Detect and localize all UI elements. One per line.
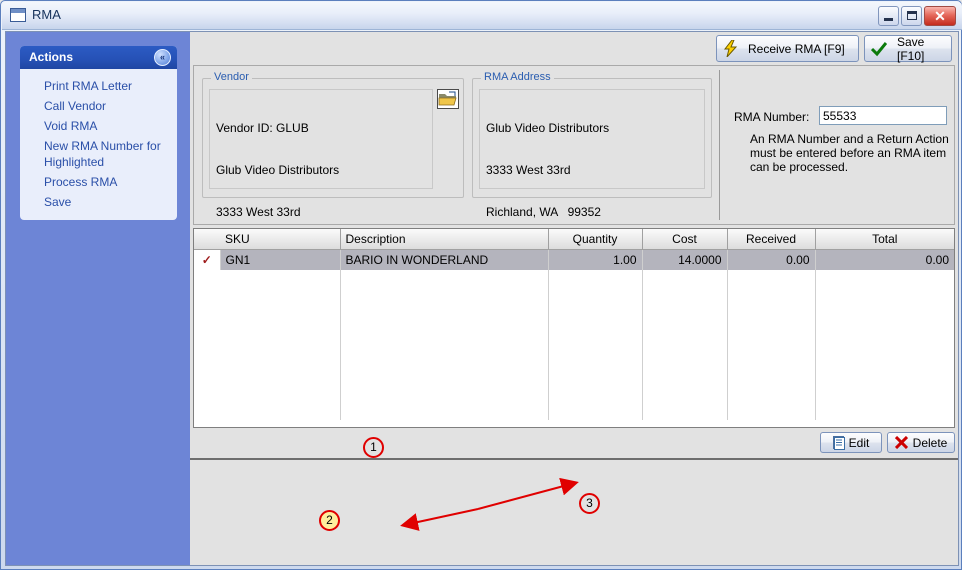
delete-label: Delete xyxy=(912,435,948,450)
receive-rma-button[interactable]: Receive RMA [F9] xyxy=(716,35,859,62)
cell-cost: 14.0000 xyxy=(642,249,728,270)
rma-number-input[interactable] xyxy=(819,106,947,125)
sidebar-item-void-rma[interactable]: Void RMA xyxy=(20,116,177,136)
cell-received: 0.00 xyxy=(727,249,816,270)
table-header-row: SKU Description Quantity Cost Received T… xyxy=(194,229,954,250)
title-bar: RMA ✕ xyxy=(2,2,962,30)
rma-address-line3: Richland, WA 99352 xyxy=(486,205,601,219)
close-icon: ✕ xyxy=(934,8,946,24)
rma-address-line2: 3333 West 33rd xyxy=(486,163,571,177)
command-bar: Receive RMA [F9] Save [F10] xyxy=(190,32,958,65)
column-header-check xyxy=(194,229,220,250)
vendor-group-title: Vendor xyxy=(211,71,252,83)
vendor-name-line: Glub Video Distributors xyxy=(216,163,340,177)
vendor-street-line: 3333 West 33rd xyxy=(216,205,301,219)
annotation-marker-3: 3 xyxy=(579,493,600,514)
close-button[interactable]: ✕ xyxy=(924,6,956,26)
maximize-icon xyxy=(907,11,917,20)
main-content: Receive RMA [F9] Save [F10] Vendor Vendo… xyxy=(190,32,958,565)
grid-buttons: Edit Delete xyxy=(193,430,955,456)
save-button[interactable]: Save [F10] xyxy=(864,34,952,63)
maximize-button[interactable] xyxy=(901,6,922,26)
red-x-icon xyxy=(894,435,908,450)
lightning-bolt-icon xyxy=(723,39,738,58)
cell-description: BARIO IN WONDERLAND xyxy=(340,249,549,270)
sidebar-item-print-rma-letter[interactable]: Print RMA Letter xyxy=(20,76,177,96)
checkmark-icon xyxy=(870,41,888,57)
actions-panel-header: Actions « xyxy=(20,46,177,69)
rma-items-table: SKU Description Quantity Cost Received T… xyxy=(194,229,954,420)
sidebar-item-save[interactable]: Save xyxy=(20,192,177,212)
rma-number-note: An RMA Number and a Return Action must b… xyxy=(750,132,949,174)
row-selected-checkmark-icon: ✓ xyxy=(194,249,221,270)
window-frame: RMA ✕ Actions « Print RMA Letter Call Ve… xyxy=(0,0,962,570)
vendor-id-line: Vendor ID: GLUB xyxy=(216,121,309,135)
column-header-quantity[interactable]: Quantity xyxy=(548,229,643,250)
annotation-marker-2: 2 xyxy=(319,510,340,531)
header-panel: Vendor Vendor ID: GLUB Glub Video Distri… xyxy=(193,65,955,331)
window-icon xyxy=(10,8,26,22)
folder-open-icon[interactable] xyxy=(437,89,459,109)
edit-label: Edit xyxy=(848,435,870,450)
document-icon xyxy=(832,436,845,450)
delete-button[interactable]: Delete xyxy=(887,432,955,453)
column-header-description[interactable]: Description xyxy=(340,229,549,250)
cell-total: 0.00 xyxy=(815,249,954,270)
sidebar-item-process-rma[interactable]: Process RMA xyxy=(20,172,177,192)
vendor-address-box: Vendor ID: GLUB Glub Video Distributors … xyxy=(209,89,433,331)
table-empty-area[interactable] xyxy=(194,270,954,420)
application-window: RMA ✕ Actions « Print RMA Letter Call Ve… xyxy=(0,0,962,570)
sidebar-item-new-rma-number[interactable]: New RMA Number for Highlighted xyxy=(20,136,177,172)
actions-panel: Actions « Print RMA Letter Call Vendor V… xyxy=(20,46,177,220)
edit-button[interactable]: Edit xyxy=(820,432,882,453)
rma-address-groupbox: RMA Address Glub Video Distributors 3333… xyxy=(472,71,712,219)
actions-panel-title: Actions xyxy=(29,50,74,64)
rma-address-box: Glub Video Distributors 3333 West 33rd R… xyxy=(479,89,705,219)
client-area: Actions « Print RMA Letter Call Vendor V… xyxy=(5,31,959,566)
cell-quantity: 1.00 xyxy=(548,249,643,270)
annotation-marker-1: 1 xyxy=(363,437,384,458)
rma-address-group-title: RMA Address xyxy=(481,71,554,83)
cell-sku: GN1 xyxy=(220,249,341,270)
vendor-groupbox: Vendor Vendor ID: GLUB Glub Video Distri… xyxy=(202,71,464,331)
minimize-button[interactable] xyxy=(878,6,899,26)
rma-number-label: RMA Number: xyxy=(734,110,810,124)
chevron-up-icon[interactable]: « xyxy=(154,49,171,66)
column-header-total[interactable]: Total xyxy=(815,229,954,250)
vertical-divider xyxy=(719,70,720,220)
sidebar-item-call-vendor[interactable]: Call Vendor xyxy=(20,96,177,116)
minimize-icon xyxy=(884,18,893,21)
window-title: RMA xyxy=(32,7,61,22)
rma-items-grid[interactable]: SKU Description Quantity Cost Received T… xyxy=(193,228,955,428)
save-label: Save [F10] xyxy=(897,34,925,63)
column-header-received[interactable]: Received xyxy=(727,229,816,250)
rma-address-line1: Glub Video Distributors xyxy=(486,121,610,135)
column-header-sku[interactable]: SKU xyxy=(220,229,341,250)
receive-rma-label: Receive RMA [F9] xyxy=(748,41,845,56)
detail-form: New Invoice Number: (Required) New Invoi… xyxy=(190,460,958,565)
column-header-cost[interactable]: Cost xyxy=(642,229,728,250)
table-row[interactable]: ✓ GN1 BARIO IN WONDERLAND 1.00 14.0000 0… xyxy=(194,249,954,270)
actions-list: Print RMA Letter Call Vendor Void RMA Ne… xyxy=(20,69,177,220)
window-controls: ✕ xyxy=(878,6,956,26)
sidebar: Actions « Print RMA Letter Call Vendor V… xyxy=(6,32,190,565)
